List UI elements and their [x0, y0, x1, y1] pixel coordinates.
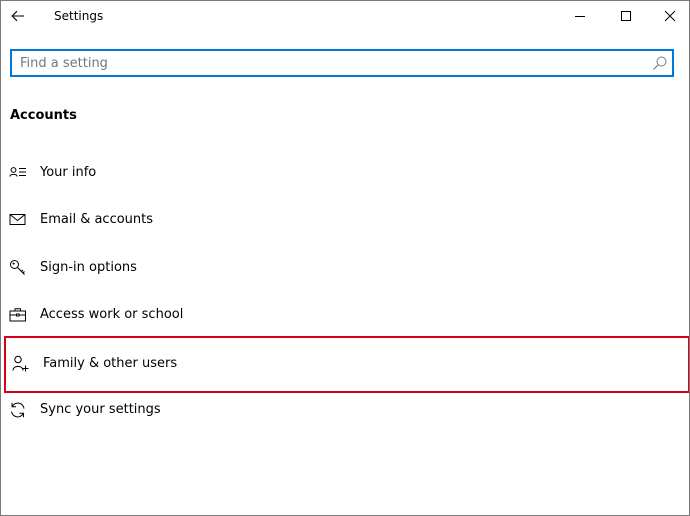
key-icon [10, 260, 25, 275]
title-bar: Settings [1, 1, 689, 31]
sync-icon [11, 402, 25, 418]
nav-item-family-other-users[interactable]: Family & other users [4, 336, 689, 393]
section-title-accounts: Accounts [10, 108, 77, 123]
window-title: Settings [54, 9, 104, 23]
briefcase-icon [9, 308, 26, 322]
close-button[interactable] [647, 1, 689, 31]
maximize-icon [621, 11, 631, 21]
search-input[interactable] [20, 53, 640, 73]
nav-item-sign-in-options[interactable]: Sign-in options [1, 244, 689, 291]
nav-item-label: Your info [40, 165, 97, 180]
minimize-icon [575, 16, 585, 17]
search-icon[interactable] [652, 55, 668, 71]
nav-item-email-accounts[interactable]: Email & accounts [1, 196, 689, 243]
back-button[interactable] [1, 1, 35, 31]
nav-item-label: Access work or school [40, 307, 184, 322]
contact-card-icon [9, 167, 26, 177]
nav-item-your-info[interactable]: Your info [1, 149, 689, 196]
nav-item-access-work-school[interactable]: Access work or school [1, 291, 689, 338]
add-person-icon [12, 355, 29, 372]
nav-item-label: Email & accounts [40, 212, 154, 227]
settings-window: Settings Accounts [0, 0, 690, 516]
minimize-button[interactable] [557, 1, 603, 31]
nav-item-sync-settings[interactable]: Sync your settings [1, 386, 689, 433]
nav-item-label: Family & other users [43, 356, 178, 371]
mail-icon [9, 214, 26, 225]
search-box[interactable] [10, 49, 674, 77]
nav-item-label: Sync your settings [40, 402, 161, 417]
nav-item-label: Sign-in options [40, 260, 137, 275]
maximize-button[interactable] [603, 1, 649, 31]
back-arrow-icon [11, 10, 24, 22]
close-icon [664, 10, 676, 22]
